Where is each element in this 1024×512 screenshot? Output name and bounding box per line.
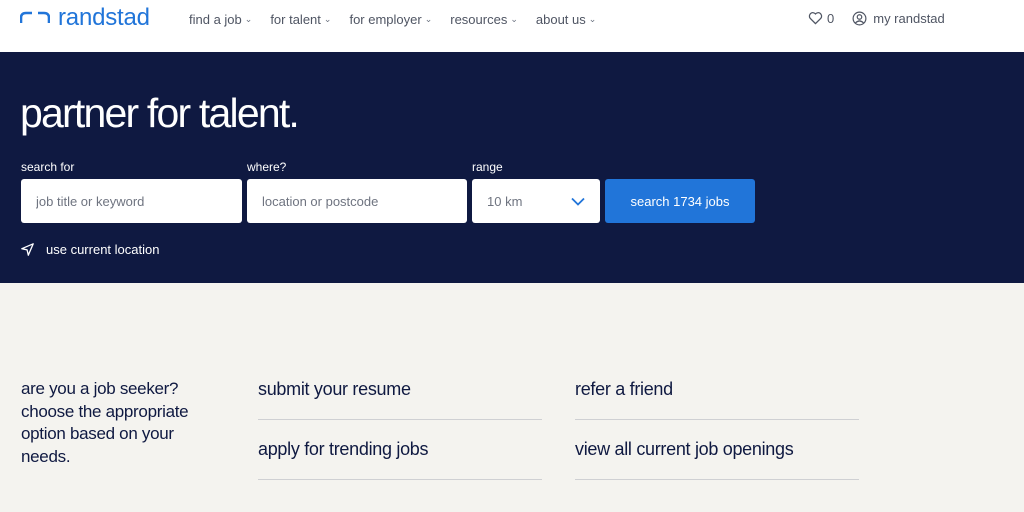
trending-jobs-link[interactable]: apply for trending jobs bbox=[258, 420, 542, 480]
nav-for-employer[interactable]: for employer ⌄ bbox=[349, 12, 432, 27]
favorites-count: 0 bbox=[827, 10, 835, 26]
chevron-down-icon: ⌄ bbox=[588, 13, 597, 24]
location-input[interactable] bbox=[247, 179, 467, 223]
nav-label: find a job bbox=[189, 11, 242, 27]
hero-search: partner for talent. search for where? ra… bbox=[0, 52, 1024, 283]
nav-label: about us bbox=[535, 11, 586, 27]
submit-resume-link[interactable]: submit your resume bbox=[258, 360, 542, 420]
randstad-logo-icon bbox=[20, 11, 50, 23]
seeker-links-column-1: submit your resume apply for trending jo… bbox=[258, 360, 542, 480]
brand-name: randstad bbox=[58, 4, 150, 31]
chevron-down-icon: ⌄ bbox=[510, 13, 518, 24]
user-icon bbox=[852, 11, 867, 25]
location-arrow-icon bbox=[21, 242, 34, 256]
range-value: 10 km bbox=[487, 193, 523, 209]
nav-label: for employer bbox=[349, 11, 422, 27]
nav-find-a-job[interactable]: find a job ⌄ bbox=[189, 12, 252, 27]
heart-icon bbox=[808, 12, 823, 25]
account-label: my randstad bbox=[873, 10, 945, 26]
top-navigation: randstad find a job ⌄ for talent ⌄ for e… bbox=[0, 0, 1024, 52]
nav-for-talent[interactable]: for talent ⌄ bbox=[270, 12, 331, 27]
where-label: where? bbox=[247, 160, 287, 174]
randstad-logo[interactable]: randstad bbox=[20, 4, 150, 32]
chevron-down-icon bbox=[571, 197, 585, 206]
account-nav: 0 my randstad bbox=[808, 8, 945, 28]
seeker-links-column-2: refer a friend view all current job open… bbox=[575, 360, 859, 480]
nav-resources[interactable]: resources ⌄ bbox=[450, 12, 518, 27]
keyword-input[interactable] bbox=[21, 179, 242, 223]
chevron-down-icon: ⌄ bbox=[424, 13, 433, 24]
search-label: search for bbox=[21, 160, 75, 174]
page-title: partner for talent. bbox=[20, 90, 300, 136]
use-location-label: use current location bbox=[46, 241, 160, 257]
range-label: range bbox=[472, 160, 503, 174]
main-nav: find a job ⌄ for talent ⌄ for employer ⌄… bbox=[189, 9, 614, 29]
job-seeker-intro: are you a job seeker? choose the appropr… bbox=[21, 379, 189, 466]
refer-a-friend-link[interactable]: refer a friend bbox=[575, 360, 859, 420]
favorites-button[interactable]: 0 bbox=[808, 11, 834, 26]
search-jobs-button[interactable]: search 1734 jobs bbox=[605, 179, 755, 223]
nav-label: resources bbox=[450, 11, 508, 27]
range-select[interactable]: 10 km bbox=[472, 179, 600, 223]
nav-about-us[interactable]: about us ⌄ bbox=[536, 12, 596, 27]
all-job-openings-link[interactable]: view all current job openings bbox=[575, 420, 859, 480]
nav-label: for talent bbox=[270, 11, 321, 27]
chevron-down-icon: ⌄ bbox=[323, 13, 332, 24]
chevron-down-icon: ⌄ bbox=[244, 13, 253, 24]
my-randstad-button[interactable]: my randstad bbox=[852, 11, 945, 26]
use-current-location-link[interactable]: use current location bbox=[21, 240, 159, 258]
